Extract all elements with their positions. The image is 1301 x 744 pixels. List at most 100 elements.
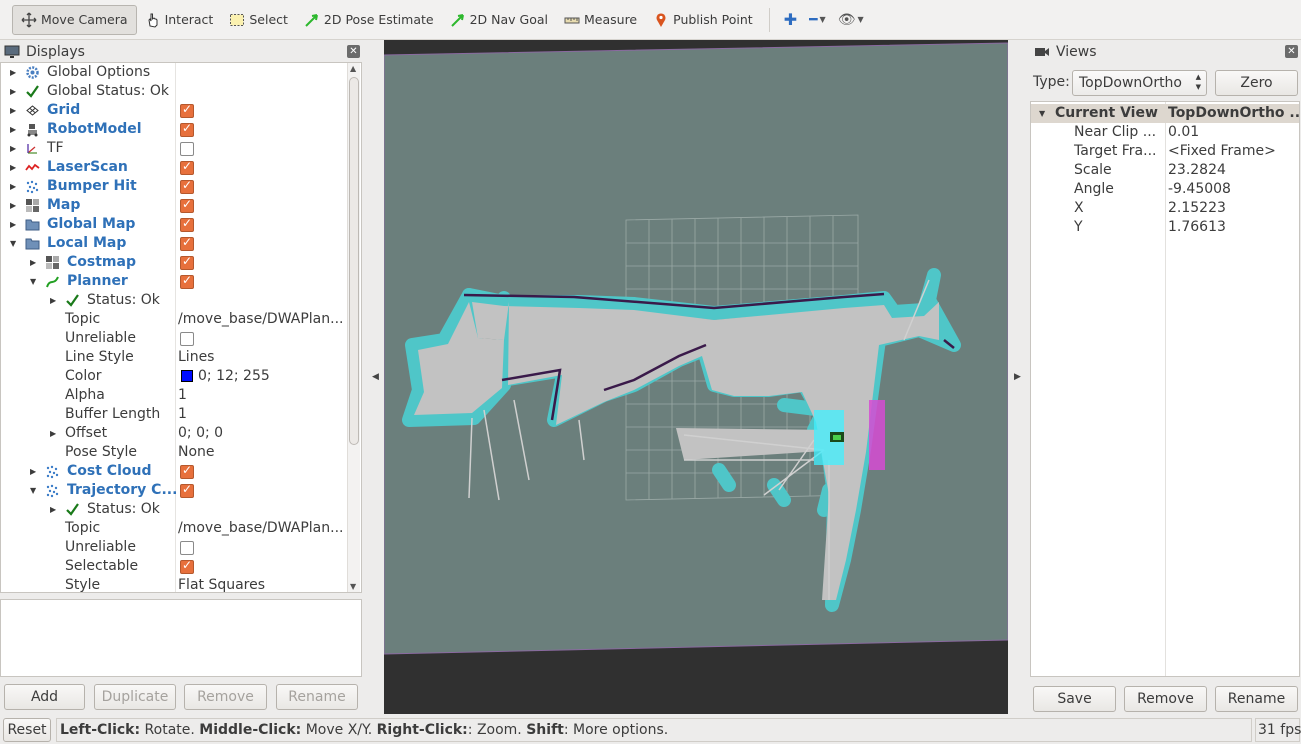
collapse-arrow-icon[interactable]: ▼ — [10, 234, 20, 253]
displays-tree[interactable]: ▶ Global Options ▶ Global Status: Ok ▶ Grid ▶ R… — [0, 62, 362, 593]
display-value[interactable]: /move_base/DWAPlan... — [178, 310, 348, 329]
remove-tool-button[interactable]: ━ ▼ — [803, 12, 832, 28]
display-row-costmap[interactable]: ▶ Costmap — [1, 253, 349, 272]
render-viewport[interactable] — [384, 40, 1008, 714]
display-row-trajectory-status[interactable]: ▶ Status: Ok — [1, 500, 349, 519]
reset-button[interactable]: Reset — [3, 718, 51, 742]
display-value[interactable]: 1 — [178, 386, 348, 405]
enable-checkbox[interactable] — [180, 482, 194, 498]
collapse-right-icon[interactable]: ▶ — [1014, 372, 1021, 382]
display-value[interactable]: 1 — [178, 405, 348, 424]
enable-checkbox[interactable] — [180, 178, 194, 194]
view-prop-row[interactable]: Target Fra... <Fixed Frame> — [1031, 142, 1299, 161]
expand-arrow-icon[interactable]: ▶ — [50, 424, 60, 443]
display-row-planner[interactable]: ▼ Planner — [1, 272, 349, 291]
display-row-planner-pose-style[interactable]: Pose Style None — [1, 443, 349, 462]
view-prop-value[interactable]: 2.15223 — [1168, 199, 1226, 218]
scroll-up-icon[interactable]: ▲ — [350, 64, 356, 73]
display-value[interactable]: Flat Squares — [178, 576, 348, 592]
display-row-trajectory-unreliable[interactable]: Unreliable — [1, 538, 349, 557]
expand-arrow-icon[interactable]: ▶ — [10, 120, 20, 139]
close-icon[interactable]: ✕ — [1285, 45, 1298, 58]
view-prop-value[interactable]: <Fixed Frame> — [1168, 142, 1276, 161]
view-prop-value[interactable]: 1.76613 — [1168, 218, 1226, 237]
display-row-global-map[interactable]: ▶ Global Map — [1, 215, 349, 234]
collapse-arrow-icon[interactable]: ▼ — [30, 272, 40, 291]
displays-scrollbar[interactable]: ▲ ▼ — [347, 63, 360, 592]
expand-arrow-icon[interactable]: ▶ — [10, 63, 20, 82]
remove-display-button[interactable]: Remove — [184, 684, 267, 710]
display-row-map[interactable]: ▶ Map — [1, 196, 349, 215]
display-row-local-map[interactable]: ▼ Local Map — [1, 234, 349, 253]
expand-arrow-icon[interactable]: ▶ — [50, 291, 60, 310]
display-row-cost-cloud[interactable]: ▶ Cost Cloud — [1, 462, 349, 481]
save-view-button[interactable]: Save — [1033, 686, 1116, 712]
pose-estimate-tool[interactable]: 2D Pose Estimate — [296, 5, 442, 35]
display-value[interactable]: Lines — [178, 348, 348, 367]
enable-checkbox[interactable] — [180, 121, 194, 137]
move-camera-tool[interactable]: Move Camera — [12, 4, 137, 35]
enable-checkbox[interactable] — [180, 332, 194, 346]
expand-arrow-icon[interactable]: ▶ — [30, 253, 40, 272]
interact-tool[interactable]: Interact — [137, 5, 222, 35]
view-prop-row[interactable]: X 2.15223 — [1031, 199, 1299, 218]
display-row-trajectory-selectable[interactable]: Selectable — [1, 557, 349, 576]
enable-checkbox[interactable] — [180, 159, 194, 175]
zero-button[interactable]: Zero — [1215, 70, 1298, 96]
display-value[interactable]: 0; 0; 0 — [178, 424, 348, 443]
display-row-trajectory-cloud[interactable]: ▼ Trajectory C... — [1, 481, 349, 500]
duplicate-button[interactable]: Duplicate — [94, 684, 176, 710]
view-prop-value[interactable]: 0.01 — [1168, 123, 1199, 142]
display-row-grid[interactable]: ▶ Grid — [1, 101, 349, 120]
display-row-robotmodel[interactable]: ▶ RobotModel — [1, 120, 349, 139]
enable-checkbox[interactable] — [180, 197, 194, 213]
view-prop-row[interactable]: Near Clip ... 0.01 — [1031, 123, 1299, 142]
display-row-planner-buffer-length[interactable]: Buffer Length 1 — [1, 405, 349, 424]
view-prop-row[interactable]: Scale 23.2824 — [1031, 161, 1299, 180]
expand-arrow-icon[interactable]: ▶ — [10, 139, 20, 158]
view-prop-row[interactable]: Y 1.76613 — [1031, 218, 1299, 237]
close-icon[interactable]: ✕ — [347, 45, 360, 58]
enable-checkbox[interactable] — [180, 463, 194, 479]
display-value[interactable]: None — [178, 443, 348, 462]
display-row-trajectory-style[interactable]: Style Flat Squares — [1, 576, 349, 592]
nav-goal-tool[interactable]: 2D Nav Goal — [442, 5, 556, 35]
rename-display-button[interactable]: Rename — [276, 684, 358, 710]
display-row-planner-alpha[interactable]: Alpha 1 — [1, 386, 349, 405]
display-value[interactable]: /move_base/DWAPlan... — [178, 519, 348, 538]
view-prop-value[interactable]: 23.2824 — [1168, 161, 1226, 180]
display-row-tf[interactable]: ▶ TF — [1, 139, 349, 158]
enable-checkbox[interactable] — [180, 216, 194, 232]
display-row-trajectory-topic[interactable]: Topic/move_base/DWAPlan... — [1, 519, 349, 538]
display-row-global-options[interactable]: ▶ Global Options — [1, 63, 349, 82]
collapse-left-icon[interactable]: ◀ — [372, 372, 379, 382]
expand-arrow-icon[interactable]: ▶ — [10, 158, 20, 177]
panels-visibility-button[interactable]: 👁 ▼ — [832, 12, 870, 28]
display-row-global-status[interactable]: ▶ Global Status: Ok — [1, 82, 349, 101]
display-row-planner-offset[interactable]: ▶ Offset 0; 0; 0 — [1, 424, 349, 443]
expand-arrow-icon[interactable]: ▶ — [10, 82, 20, 101]
display-row-planner-color[interactable]: Color 0; 12; 255 — [1, 367, 349, 386]
display-row-laserscan[interactable]: ▶ LaserScan — [1, 158, 349, 177]
select-tool[interactable]: Select — [221, 5, 296, 35]
enable-checkbox[interactable] — [180, 235, 194, 251]
publish-point-tool[interactable]: Publish Point — [645, 5, 761, 35]
expand-arrow-icon[interactable]: ▶ — [10, 215, 20, 234]
display-row-planner-topic[interactable]: Topic/move_base/DWAPlan... — [1, 310, 349, 329]
enable-checkbox[interactable] — [180, 102, 194, 118]
enable-checkbox[interactable] — [180, 273, 194, 289]
current-view-header[interactable]: ▼ Current View TopDownOrtho ... — [1031, 104, 1299, 123]
display-row-planner-unreliable[interactable]: Unreliable — [1, 329, 349, 348]
color-swatch[interactable] — [181, 370, 193, 382]
display-row-bumper-hit[interactable]: ▶ Bumper Hit — [1, 177, 349, 196]
view-type-select[interactable]: TopDownOrtho ▲ ▼ — [1072, 70, 1207, 96]
display-row-planner-status[interactable]: ▶ Status: Ok — [1, 291, 349, 310]
display-row-planner-line-style[interactable]: Line Style Lines — [1, 348, 349, 367]
remove-view-button[interactable]: Remove — [1124, 686, 1207, 712]
collapse-arrow-icon[interactable]: ▼ — [30, 481, 40, 500]
expand-arrow-icon[interactable]: ▶ — [50, 500, 60, 519]
display-value[interactable]: 0; 12; 255 — [198, 367, 361, 386]
expand-arrow-icon[interactable]: ▶ — [10, 177, 20, 196]
enable-checkbox[interactable] — [180, 254, 194, 270]
scrollbar-thumb[interactable] — [349, 77, 359, 445]
